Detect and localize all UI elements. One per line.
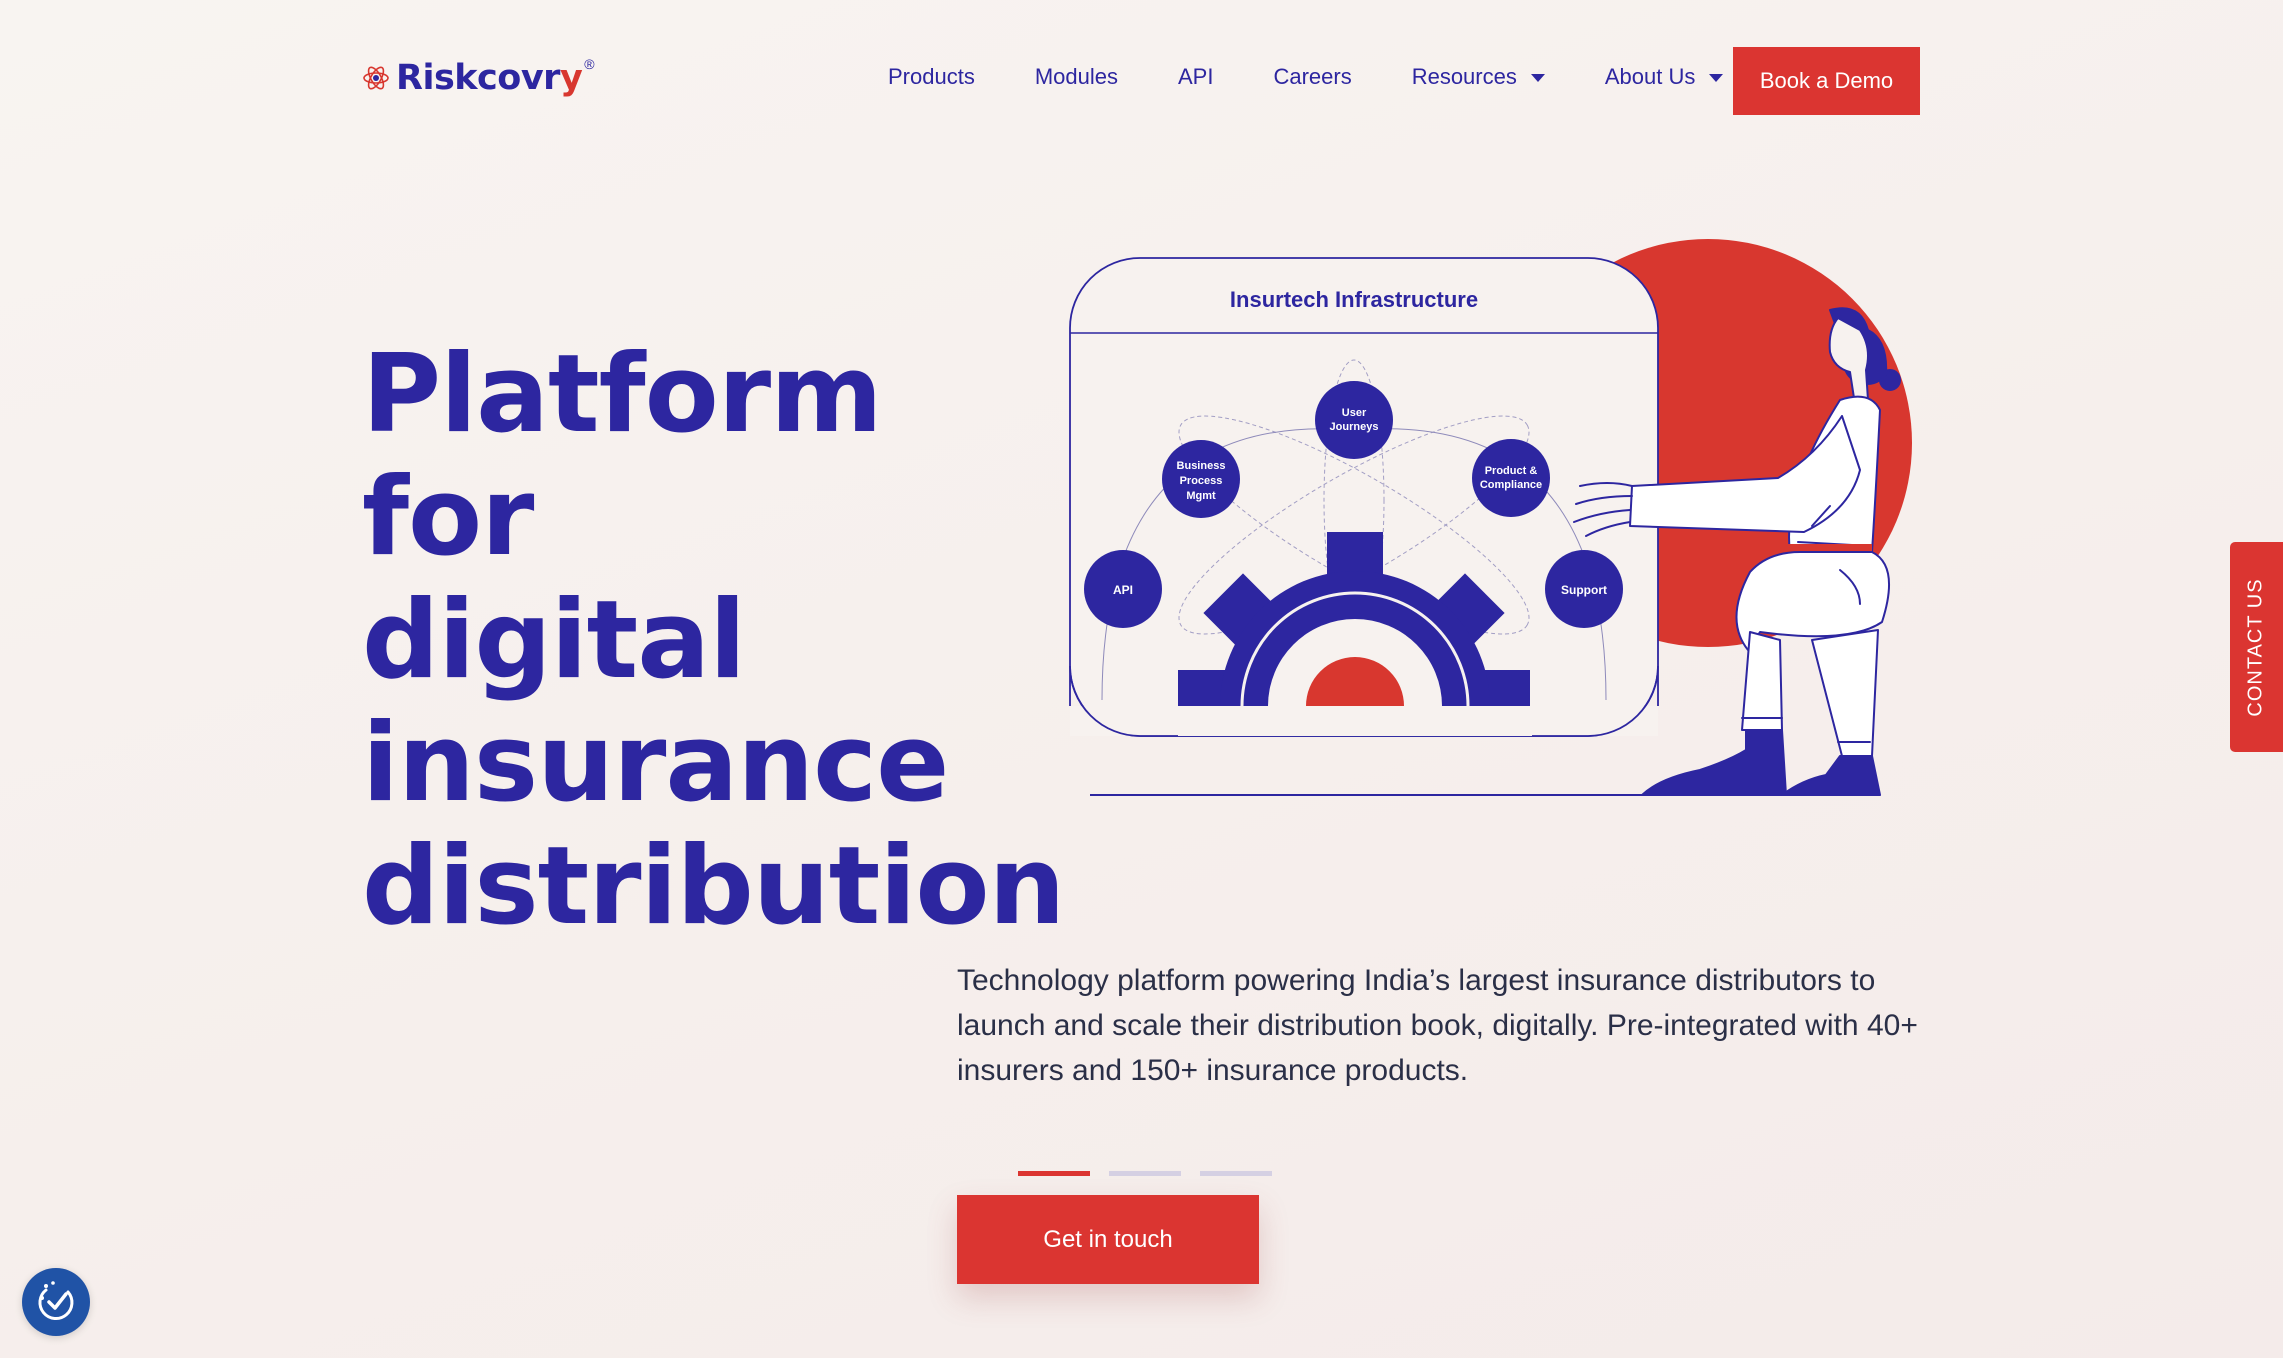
node-product-compliance: Product & Compliance [1472, 439, 1550, 517]
accessibility-button[interactable] [22, 1268, 90, 1336]
svg-text:Mgmt: Mgmt [1186, 490, 1216, 502]
hero-title-line: insurance [362, 701, 949, 826]
hero-title-line: distribution [362, 824, 1065, 949]
book-demo-button[interactable]: Book a Demo [1733, 47, 1920, 115]
svg-text:Process: Process [1180, 475, 1223, 487]
node-api: API [1084, 550, 1162, 628]
main-nav: Products Modules API Careers Resources A… [888, 64, 1724, 90]
nav-resources[interactable]: Resources [1412, 64, 1545, 90]
get-in-touch-button[interactable]: Get in touch [957, 1195, 1259, 1284]
svg-text:Product &: Product & [1485, 465, 1538, 477]
nav-api[interactable]: API [1178, 64, 1213, 90]
carousel-indicators [1018, 1171, 1272, 1176]
contact-us-tab[interactable]: CONTACT US [2230, 542, 2283, 752]
carousel-dot-1[interactable] [1018, 1171, 1090, 1176]
hero-title-line: Platform for [362, 332, 883, 580]
svg-text:Support: Support [1561, 583, 1607, 597]
atom-icon [363, 66, 389, 90]
svg-text:API: API [1113, 583, 1133, 597]
contact-us-label: CONTACT US [2245, 577, 2267, 717]
brand-name: Riskcovry [396, 58, 583, 98]
insurtech-illustration: Insurtech Infrastructure API Business Pr… [1069, 239, 1912, 796]
hero-title-line: digital [362, 578, 746, 703]
chevron-down-icon [1709, 74, 1724, 82]
svg-text:Compliance: Compliance [1480, 479, 1542, 491]
svg-text:User: User [1342, 407, 1367, 419]
node-user-journeys: User Journeys [1315, 381, 1393, 459]
chevron-down-icon [1530, 74, 1545, 82]
svg-text:Journeys: Journeys [1330, 421, 1379, 433]
svg-text:Business: Business [1177, 460, 1226, 472]
carousel-dot-2[interactable] [1109, 1171, 1181, 1176]
nav-about-us[interactable]: About Us [1605, 64, 1724, 90]
hero-description: Technology platform powering India’s lar… [957, 964, 1918, 1087]
nav-products[interactable]: Products [888, 64, 975, 90]
brand-logo[interactable]: Riskcovry ® [360, 56, 595, 98]
registered-mark: ® [584, 56, 595, 72]
hero-title: Platform for digital insurance distribut… [362, 332, 1065, 949]
node-support: Support [1545, 550, 1623, 628]
node-business-process: Business Process Mgmt [1162, 440, 1240, 518]
panel-title: Insurtech Infrastructure [1230, 287, 1478, 312]
carousel-dot-3[interactable] [1200, 1171, 1272, 1176]
nav-careers[interactable]: Careers [1273, 64, 1351, 90]
nav-modules[interactable]: Modules [1035, 64, 1118, 90]
accessibility-icon [38, 1281, 74, 1321]
